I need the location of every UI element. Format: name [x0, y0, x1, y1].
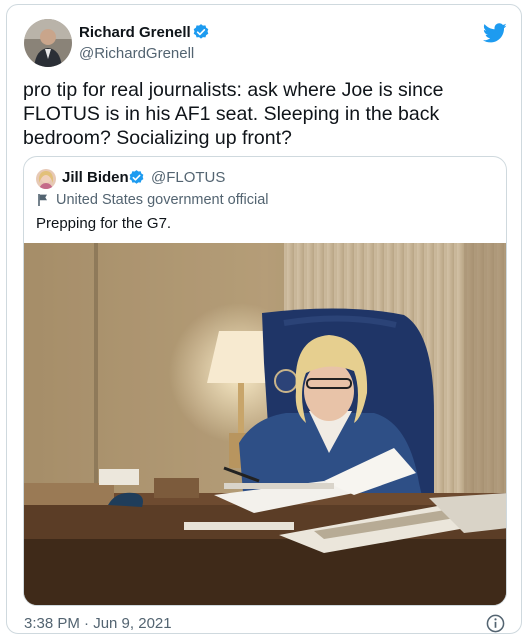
- tweet-timestamp[interactable]: 3:38 PM · Jun 9, 2021: [24, 615, 172, 632]
- quoted-tweet-photo[interactable]: [24, 243, 507, 606]
- quoted-tweet[interactable]: Jill Biden @FLOTUS United States governm…: [23, 156, 507, 606]
- verified-badge-icon: [129, 170, 144, 184]
- twitter-bird-icon[interactable]: [483, 21, 507, 45]
- info-icon[interactable]: [486, 614, 505, 633]
- government-label[interactable]: United States government official: [56, 192, 269, 208]
- quoted-author-handle[interactable]: @FLOTUS: [151, 169, 225, 186]
- quoted-author-avatar[interactable]: [36, 169, 56, 189]
- tweet-card[interactable]: Richard Grenell @RichardGrenell pro tip …: [6, 4, 522, 634]
- quoted-author-name[interactable]: Jill Biden: [62, 169, 129, 186]
- author-avatar[interactable]: [24, 19, 72, 67]
- flag-icon: [38, 194, 47, 206]
- author-name[interactable]: Richard Grenell: [79, 24, 191, 41]
- quoted-tweet-text: Prepping for the G7.: [36, 215, 172, 232]
- verified-badge-icon: [193, 24, 209, 39]
- author-handle[interactable]: @RichardGrenell: [79, 45, 194, 62]
- tweet-text: pro tip for real journalists: ask where …: [23, 79, 444, 149]
